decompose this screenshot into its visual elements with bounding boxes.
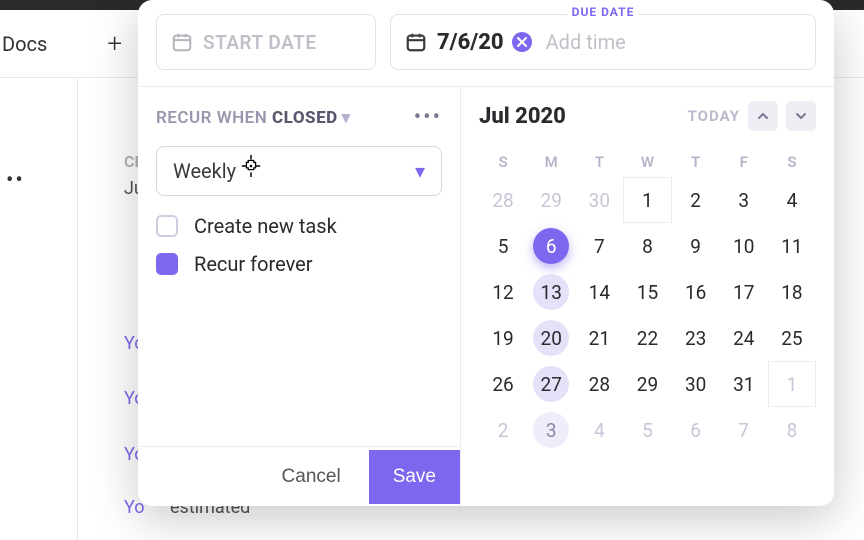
- chevron-down-icon: [795, 110, 807, 122]
- add-time-button[interactable]: Add time: [546, 30, 626, 54]
- due-date-value: 7/6/20: [437, 30, 504, 55]
- calendar-day[interactable]: 28: [479, 177, 527, 223]
- calendar-day[interactable]: 29: [527, 177, 575, 223]
- calendar-icon: [405, 31, 427, 53]
- calendar-grid: 2829301234567891011121314151617181920212…: [479, 177, 816, 453]
- calendar-day[interactable]: 18: [768, 269, 816, 315]
- calendar-day[interactable]: 9: [672, 223, 720, 269]
- calendar-day[interactable]: 8: [623, 223, 671, 269]
- calendar-day[interactable]: 13: [527, 269, 575, 315]
- calendar-day[interactable]: 5: [479, 223, 527, 269]
- weekday-label: T: [672, 147, 720, 177]
- calendar-day[interactable]: 10: [720, 223, 768, 269]
- more-icon[interactable]: ••: [6, 168, 25, 193]
- create-new-task-label: Create new task: [194, 214, 337, 238]
- today-button[interactable]: TODAY: [688, 107, 740, 125]
- weekday-label: S: [768, 147, 816, 177]
- calendar-day[interactable]: 1: [623, 177, 671, 223]
- calendar-day[interactable]: 30: [575, 177, 623, 223]
- save-button[interactable]: Save: [369, 450, 460, 504]
- prev-month-button[interactable]: [748, 101, 778, 131]
- recur-forever-checkbox[interactable]: [156, 253, 178, 275]
- calendar-day[interactable]: 26: [479, 361, 527, 407]
- calendar-day[interactable]: 7: [720, 407, 768, 453]
- calendar-panel: Jul 2020 TODAY SMTWTFS 28293012345678910…: [460, 86, 834, 506]
- weekday-label: S: [479, 147, 527, 177]
- left-gutter: [0, 78, 78, 540]
- weekday-header: SMTWTFS: [479, 147, 816, 177]
- calendar-month-title: Jul 2020: [479, 104, 566, 129]
- calendar-day[interactable]: 1: [768, 361, 816, 407]
- calendar-day[interactable]: 8: [768, 407, 816, 453]
- chevron-down-icon: ▾: [415, 159, 425, 183]
- start-date-placeholder: START DATE: [203, 31, 317, 54]
- calendar-day[interactable]: 30: [672, 361, 720, 407]
- calendar-day[interactable]: 27: [527, 361, 575, 407]
- calendar-icon: [171, 31, 193, 53]
- recur-when-dropdown[interactable]: RECUR WHEN CLOSED▾: [156, 108, 351, 128]
- recur-frequency-value: Weekly: [173, 159, 236, 183]
- recur-options-button[interactable]: •••: [414, 105, 442, 130]
- calendar-day[interactable]: 6: [672, 407, 720, 453]
- due-date-input[interactable]: DUE DATE 7/6/20 Add time: [390, 14, 816, 70]
- weekday-label: M: [527, 147, 575, 177]
- calendar-day[interactable]: 5: [623, 407, 671, 453]
- calendar-day[interactable]: 24: [720, 315, 768, 361]
- calendar-day[interactable]: 16: [672, 269, 720, 315]
- weekday-label: T: [575, 147, 623, 177]
- chevron-up-icon: [757, 110, 769, 122]
- calendar-day[interactable]: 12: [479, 269, 527, 315]
- calendar-day[interactable]: 3: [527, 407, 575, 453]
- recur-panel: RECUR WHEN CLOSED▾ ••• Weekly ▾ Create n…: [138, 86, 460, 506]
- close-icon: [517, 37, 527, 47]
- calendar-day[interactable]: 17: [720, 269, 768, 315]
- calendar-day[interactable]: 2: [672, 177, 720, 223]
- calendar-day[interactable]: 22: [623, 315, 671, 361]
- calendar-day[interactable]: 25: [768, 315, 816, 361]
- cancel-button[interactable]: Cancel: [264, 456, 359, 498]
- start-date-input[interactable]: START DATE: [156, 14, 376, 70]
- calendar-day[interactable]: 15: [623, 269, 671, 315]
- recur-frequency-select[interactable]: Weekly ▾: [156, 146, 442, 196]
- calendar-day[interactable]: 4: [575, 407, 623, 453]
- calendar-day[interactable]: 2: [479, 407, 527, 453]
- modal-footer: Cancel Save: [138, 446, 460, 506]
- weekday-label: W: [623, 147, 671, 177]
- date-recur-modal: START DATE DUE DATE 7/6/20 Add time RECU…: [138, 0, 834, 506]
- create-new-task-checkbox[interactable]: [156, 215, 178, 237]
- clear-due-date-button[interactable]: [512, 32, 532, 52]
- calendar-day[interactable]: 3: [720, 177, 768, 223]
- calendar-day[interactable]: 29: [623, 361, 671, 407]
- calendar-day[interactable]: 7: [575, 223, 623, 269]
- calendar-day[interactable]: 11: [768, 223, 816, 269]
- due-date-label: DUE DATE: [568, 5, 639, 19]
- calendar-day[interactable]: 20: [527, 315, 575, 361]
- calendar-day[interactable]: 6: [527, 223, 575, 269]
- docs-button[interactable]: Docs: [2, 32, 47, 56]
- weekday-label: F: [720, 147, 768, 177]
- recur-forever-label: Recur forever: [194, 252, 313, 276]
- next-month-button[interactable]: [786, 101, 816, 131]
- calendar-day[interactable]: 14: [575, 269, 623, 315]
- calendar-day[interactable]: 19: [479, 315, 527, 361]
- calendar-day[interactable]: 28: [575, 361, 623, 407]
- add-button[interactable]: +: [107, 29, 122, 59]
- calendar-day[interactable]: 4: [768, 177, 816, 223]
- calendar-day[interactable]: 23: [672, 315, 720, 361]
- calendar-day[interactable]: 21: [575, 315, 623, 361]
- calendar-day[interactable]: 31: [720, 361, 768, 407]
